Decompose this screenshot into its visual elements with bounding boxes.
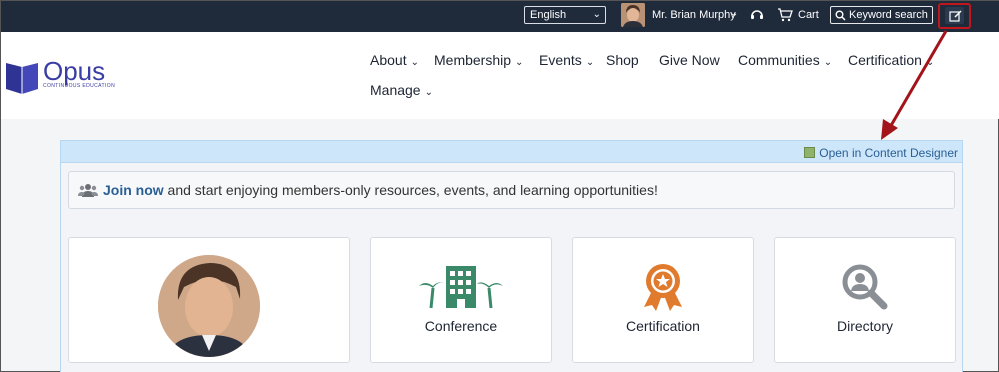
language-value: English: [530, 9, 567, 21]
logo-tagline: CONTINUOUS EDUCATION: [43, 83, 116, 89]
search-label: Keyword search: [849, 9, 928, 21]
nav-membership[interactable]: Membership ⌄: [434, 52, 523, 68]
nav-certification[interactable]: Certification ⌄: [848, 52, 934, 68]
site-logo[interactable]: Opus CONTINUOUS EDUCATION: [3, 56, 116, 99]
search-icon: [835, 10, 846, 21]
user-avatar[interactable]: [621, 3, 645, 27]
nav-give-now[interactable]: Give Now: [659, 52, 720, 68]
cart-icon[interactable]: [777, 8, 793, 22]
content-designer-toggle-button[interactable]: [938, 3, 971, 29]
directory-card[interactable]: Directory: [774, 237, 956, 363]
edit-icon: [949, 10, 962, 22]
cart-link[interactable]: Cart: [798, 9, 819, 21]
search-person-icon: [842, 264, 888, 310]
certification-card[interactable]: Certification: [572, 237, 754, 363]
nav-manage[interactable]: Manage ⌄: [370, 82, 433, 98]
keyword-search-button[interactable]: Keyword search: [830, 6, 933, 24]
award-ribbon-icon: [644, 264, 682, 311]
content-designer-bar: Open in Content Designer: [60, 140, 963, 163]
designer-icon: [804, 147, 816, 158]
chevron-down-icon: ⌄: [592, 9, 601, 20]
site-header: [1, 32, 999, 119]
nav-shop[interactable]: Shop: [606, 52, 639, 68]
members-icon: [78, 184, 98, 197]
chevron-down-icon[interactable]: ⌄: [730, 8, 738, 19]
card-label: Directory: [836, 318, 893, 334]
join-message: Join now and start enjoying members-only…: [103, 182, 658, 198]
nav-about[interactable]: About ⌄: [370, 52, 419, 68]
nav-events[interactable]: Events ⌄: [539, 52, 594, 68]
join-banner: Join now and start enjoying members-only…: [68, 171, 955, 209]
book-logo-icon: [6, 63, 38, 94]
conference-card[interactable]: Conference: [370, 237, 552, 363]
language-select[interactable]: English ⌄: [524, 6, 606, 24]
card-label: Certification: [626, 318, 700, 334]
nav-communities[interactable]: Communities ⌄: [738, 52, 832, 68]
top-bar: English ⌄ Mr. Brian Murphy ⌄ Cart Keywor…: [1, 1, 999, 32]
headset-icon[interactable]: [750, 8, 764, 22]
user-name[interactable]: Mr. Brian Murphy: [652, 9, 736, 21]
card-label: Conference: [424, 318, 498, 334]
open-content-designer-link[interactable]: Open in Content Designer: [804, 146, 958, 160]
join-now-link[interactable]: Join now: [103, 182, 164, 198]
profile-photo: [158, 255, 260, 357]
building-palm-icon: [419, 266, 503, 309]
